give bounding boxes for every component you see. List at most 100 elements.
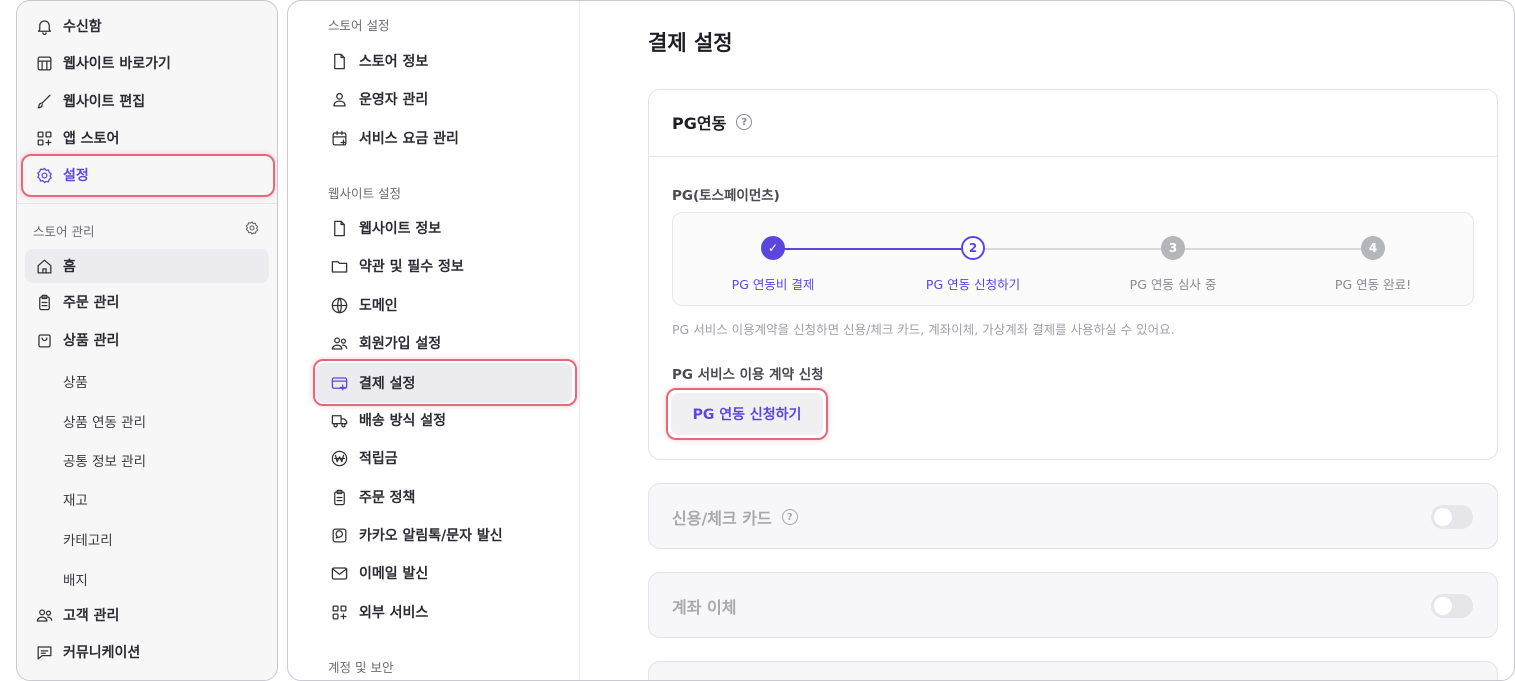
next-section-partial bbox=[648, 661, 1498, 680]
menu-label: 회원가입 설정 bbox=[359, 336, 442, 352]
menu-order-policy[interactable]: 주문 정책 bbox=[328, 481, 415, 513]
check-icon: ✓ bbox=[761, 236, 785, 260]
help-icon[interactable]: ? bbox=[781, 509, 798, 525]
nav-label: 웹사이트 편집 bbox=[63, 94, 146, 110]
nav-label: 상품 관리 bbox=[63, 333, 120, 349]
menu-reward-points[interactable]: 적립금 bbox=[328, 442, 398, 474]
calendar-plus-icon bbox=[328, 127, 350, 149]
card-toggle[interactable] bbox=[1431, 505, 1473, 529]
settings-panel: 스토어 설정 스토어 정보 운영자 관리 서비스 요금 관리 웹사이트 설정 웹… bbox=[287, 0, 1515, 681]
nav-label: 홈 bbox=[63, 259, 76, 275]
menu-label: 스토어 정보 bbox=[359, 54, 429, 70]
apps-plus-icon bbox=[328, 601, 350, 623]
menu-shipping-settings[interactable]: 배송 방식 설정 bbox=[328, 404, 446, 436]
sub-item-inventory[interactable]: 재고 bbox=[63, 489, 88, 509]
nav-communication[interactable]: 커뮤니케이션 bbox=[33, 635, 140, 669]
card-section-header: 신용/체크 카드 ? bbox=[672, 505, 798, 529]
menu-label: 이메일 발신 bbox=[359, 566, 429, 582]
apps-plus-icon bbox=[33, 127, 55, 149]
menu-website-info[interactable]: 웹사이트 정보 bbox=[328, 212, 441, 244]
payment-highlight bbox=[313, 359, 577, 406]
users-icon bbox=[33, 604, 55, 626]
step-number: 3 bbox=[1161, 236, 1185, 260]
store-icon bbox=[33, 52, 55, 74]
sub-item-common-info[interactable]: 공통 정보 관리 bbox=[63, 450, 146, 470]
message-icon bbox=[328, 524, 350, 546]
clipboard-icon bbox=[33, 291, 55, 313]
menu-signup-settings[interactable]: 회원가입 설정 bbox=[328, 327, 441, 359]
pg-card-title: PG연동 bbox=[672, 114, 727, 133]
step-1: ✓ PG 연동비 결제 bbox=[673, 236, 873, 293]
clipboard-icon bbox=[328, 486, 350, 508]
bag-icon bbox=[33, 329, 55, 351]
nav-label: 고객 관리 bbox=[63, 608, 120, 624]
nav-label: 주문 관리 bbox=[63, 295, 120, 311]
card-section-title: 신용/체크 카드 bbox=[672, 509, 772, 528]
payment-settings-content: 결제 설정 PG연동 ? PG(토스페이먼츠) ✓ PG 연동비 결제 2 PG… bbox=[580, 1, 1514, 680]
users-icon bbox=[328, 332, 350, 354]
nav-label: 수신함 bbox=[63, 19, 102, 35]
step-number: 2 bbox=[961, 236, 985, 260]
store-section-label: 스토어 관리 bbox=[33, 224, 95, 239]
menu-store-info[interactable]: 스토어 정보 bbox=[328, 45, 428, 77]
menu-label: 도메인 bbox=[359, 298, 398, 314]
sub-item-product-link[interactable]: 상품 연동 관리 bbox=[63, 411, 146, 431]
menu-kakao-sms[interactable]: 카카오 알림톡/문자 발신 bbox=[328, 519, 503, 551]
step-2: 2 PG 연동 신청하기 bbox=[873, 236, 1073, 293]
nav-app-store[interactable]: 앱 스토어 bbox=[33, 121, 119, 155]
menu-label: 운영자 관리 bbox=[359, 92, 429, 108]
settings-highlight bbox=[21, 154, 275, 197]
settings-menu: 스토어 설정 스토어 정보 운영자 관리 서비스 요금 관리 웹사이트 설정 웹… bbox=[288, 1, 580, 680]
truck-icon bbox=[328, 409, 350, 431]
globe-icon bbox=[328, 294, 350, 316]
menu-label: 서비스 요금 관리 bbox=[359, 131, 459, 147]
nav-website-shortcut[interactable]: 웹사이트 바로가기 bbox=[33, 46, 171, 80]
menu-external-services[interactable]: 외부 서비스 bbox=[328, 596, 428, 628]
main-sidebar: 수신함 웹사이트 바로가기 웹사이트 편집 앱 스토어 설정 스토어 관리 홈 … bbox=[16, 0, 278, 681]
transfer-toggle[interactable] bbox=[1431, 594, 1473, 618]
nav-home[interactable]: 홈 bbox=[33, 249, 76, 283]
menu-email[interactable]: 이메일 발신 bbox=[328, 557, 428, 589]
pg-description: PG 서비스 이용계약을 신청하면 신용/체크 카드, 계좌이체, 가상계좌 결… bbox=[672, 322, 1175, 337]
pg-card-header: PG연동 ? bbox=[672, 110, 753, 134]
menu-label: 적립금 bbox=[359, 451, 398, 467]
menu-domain[interactable]: 도메인 bbox=[328, 289, 398, 321]
sub-item-category[interactable]: 카테고리 bbox=[63, 529, 113, 549]
card-payment-section: 신용/체크 카드 ? bbox=[648, 483, 1498, 549]
menu-operator-management[interactable]: 운영자 관리 bbox=[328, 83, 428, 115]
menu-label: 웹사이트 정보 bbox=[359, 221, 442, 237]
transfer-section: 계좌 이체 bbox=[648, 572, 1498, 638]
document-icon bbox=[328, 217, 350, 239]
mail-icon bbox=[328, 562, 350, 584]
step-label: PG 연동비 결제 bbox=[731, 277, 815, 292]
step-4: 4 PG 연동 완료! bbox=[1273, 236, 1473, 293]
help-icon[interactable]: ? bbox=[736, 114, 753, 130]
step-number: 4 bbox=[1361, 236, 1385, 260]
document-icon bbox=[328, 50, 350, 72]
step-3: 3 PG 연동 심사 중 bbox=[1073, 236, 1273, 293]
nav-label: 커뮤니케이션 bbox=[63, 645, 141, 661]
step-label: PG 연동 완료! bbox=[1334, 277, 1412, 292]
pg-stepper: ✓ PG 연동비 결제 2 PG 연동 신청하기 3 PG 연동 심사 중 4 … bbox=[672, 212, 1474, 306]
nav-website-edit[interactable]: 웹사이트 편집 bbox=[33, 84, 145, 118]
brush-icon bbox=[33, 90, 55, 112]
pg-provider-label: PG(토스페이먼츠) bbox=[672, 188, 780, 204]
menu-service-fee[interactable]: 서비스 요금 관리 bbox=[328, 122, 459, 154]
nav-inbox[interactable]: 수신함 bbox=[33, 9, 102, 43]
nav-customer-management[interactable]: 고객 관리 bbox=[33, 598, 119, 632]
gear-icon[interactable] bbox=[244, 220, 262, 238]
pg-card: PG연동 ? PG(토스페이먼츠) ✓ PG 연동비 결제 2 PG 연동 신청… bbox=[648, 89, 1498, 460]
nav-order-management[interactable]: 주문 관리 bbox=[33, 285, 119, 319]
website-settings-section: 웹사이트 설정 bbox=[328, 186, 401, 201]
nav-label: 앱 스토어 bbox=[63, 131, 120, 147]
nav-product-management[interactable]: 상품 관리 bbox=[33, 323, 119, 357]
sub-item-products[interactable]: 상품 bbox=[63, 371, 88, 391]
sub-item-badge[interactable]: 배지 bbox=[63, 569, 88, 589]
person-icon bbox=[328, 88, 350, 110]
pg-contract-label: PG 서비스 이용 계약 신청 bbox=[672, 367, 824, 383]
menu-terms[interactable]: 약관 및 필수 정보 bbox=[328, 250, 464, 282]
step-label: PG 연동 심사 중 bbox=[1129, 277, 1217, 292]
menu-label: 약관 및 필수 정보 bbox=[359, 259, 464, 275]
page-title: 결제 설정 bbox=[648, 31, 733, 55]
won-icon bbox=[328, 447, 350, 469]
